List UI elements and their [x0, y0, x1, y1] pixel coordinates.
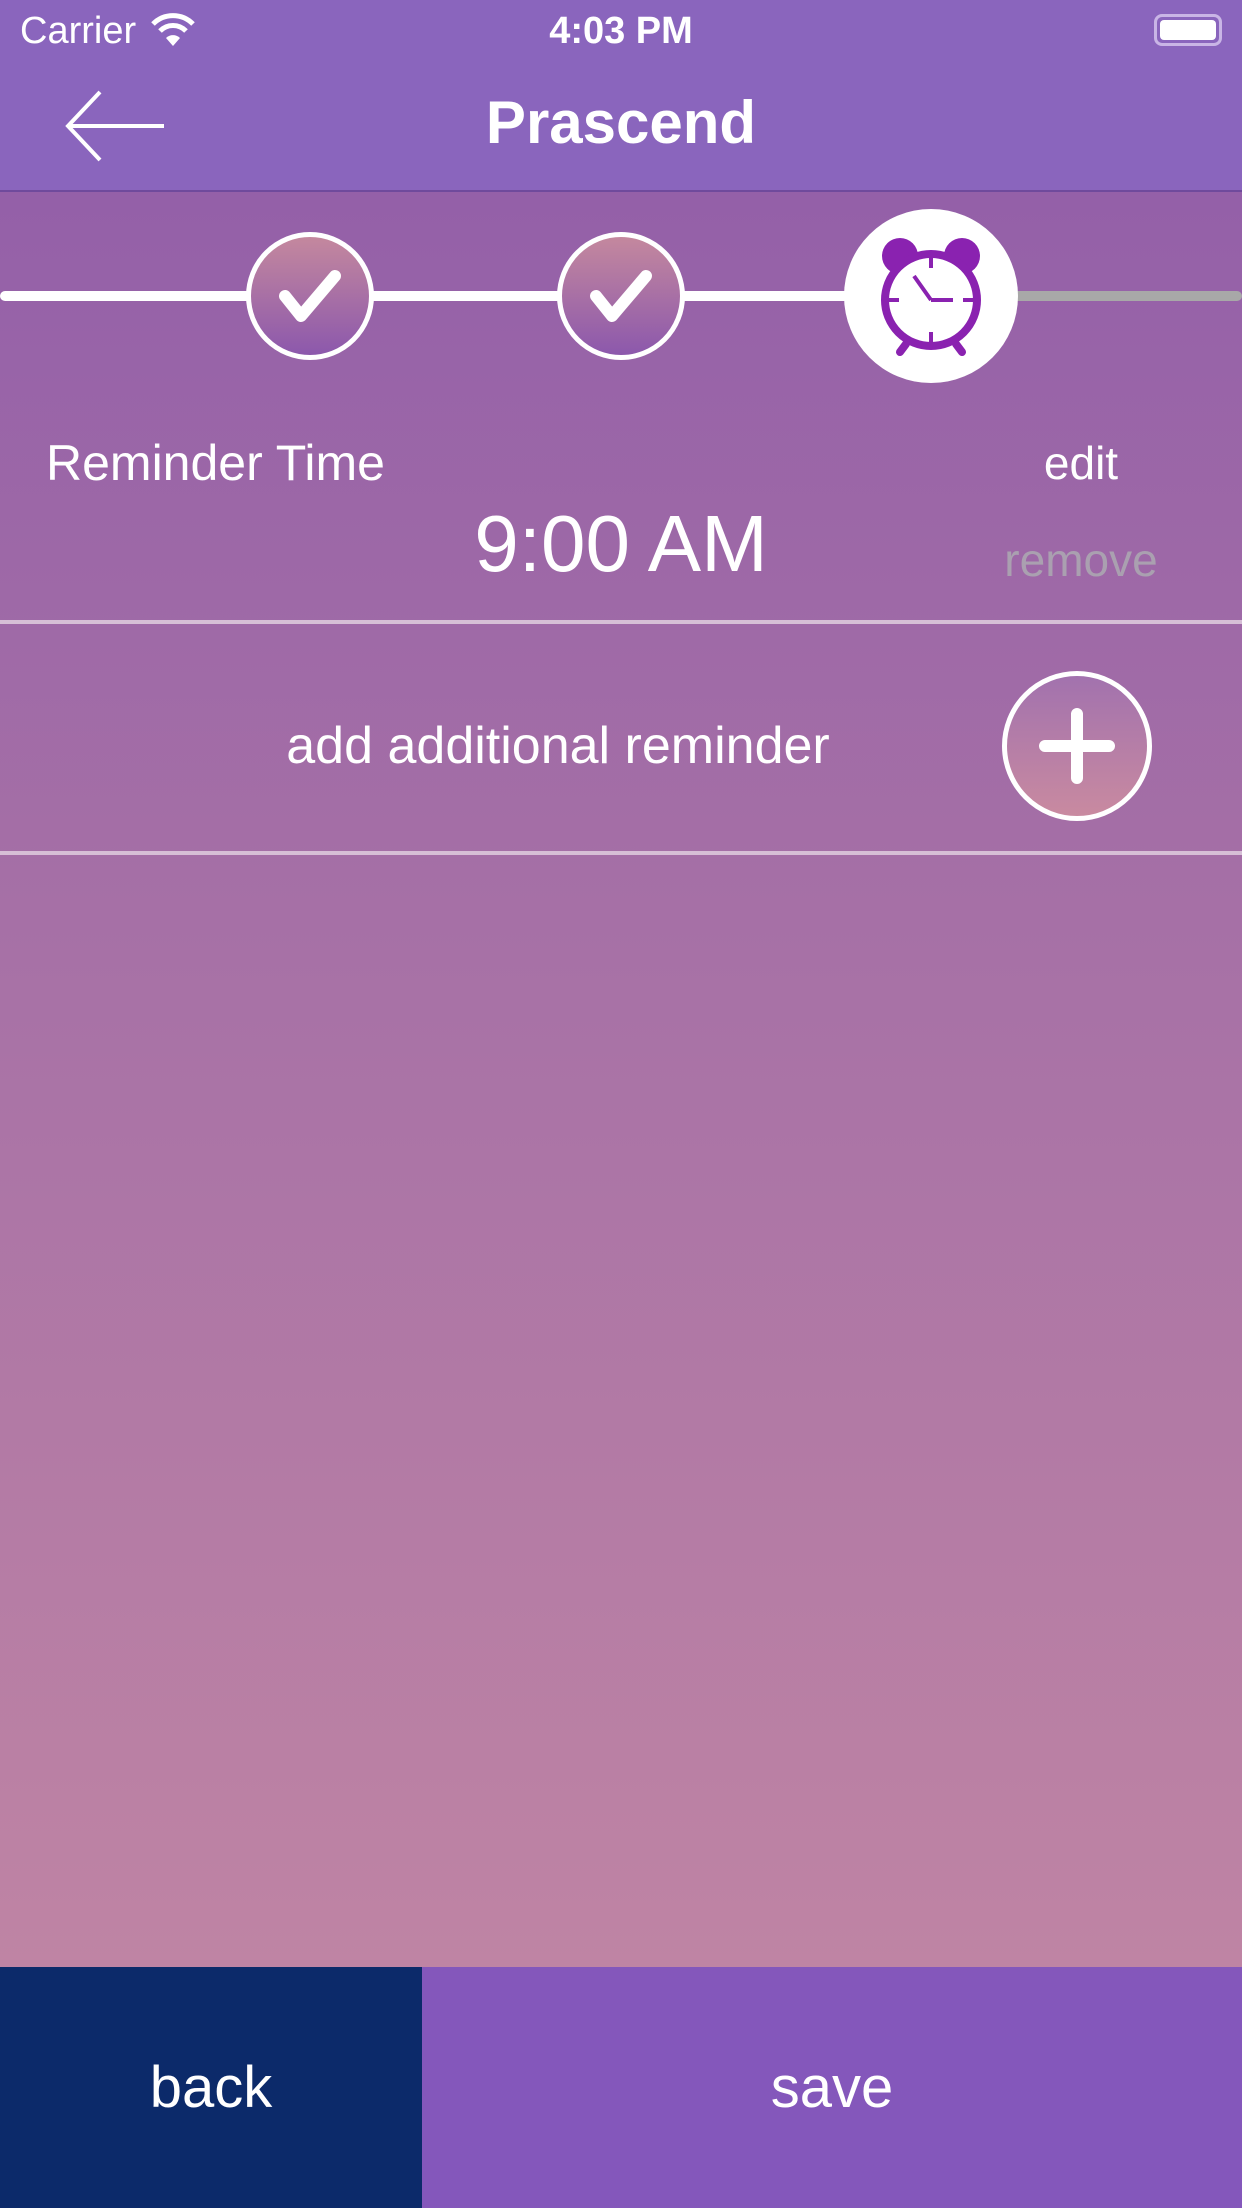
back-button[interactable]: back: [0, 1967, 422, 2208]
add-reminder-button[interactable]: [1002, 671, 1152, 821]
step-1-complete: [246, 232, 374, 360]
edit-button[interactable]: edit: [981, 436, 1181, 490]
clock: 4:03 PM: [549, 10, 693, 52]
reminder-label: Reminder Time: [46, 435, 385, 491]
header: Carrier 4:03 PM Prascend: [0, 0, 1242, 192]
save-button-label: save: [770, 2055, 894, 2120]
battery-icon: [1154, 14, 1222, 46]
save-button[interactable]: save: [422, 1967, 1242, 2208]
check-icon: [279, 270, 341, 322]
progress-track-remaining: [1010, 291, 1242, 301]
back-button-label: back: [149, 2055, 273, 2120]
step-3-current: [844, 209, 1018, 383]
progress-track-complete: [0, 291, 930, 301]
divider: [0, 620, 1242, 624]
page-title: Prascend: [485, 89, 757, 156]
plus-icon: [1039, 708, 1115, 784]
check-icon: [590, 270, 652, 322]
step-2-complete: [557, 232, 685, 360]
remove-button[interactable]: remove: [981, 533, 1181, 587]
add-reminder-label[interactable]: add additional reminder: [158, 716, 958, 776]
divider: [0, 851, 1242, 855]
alarm-clock-icon: [881, 238, 981, 356]
